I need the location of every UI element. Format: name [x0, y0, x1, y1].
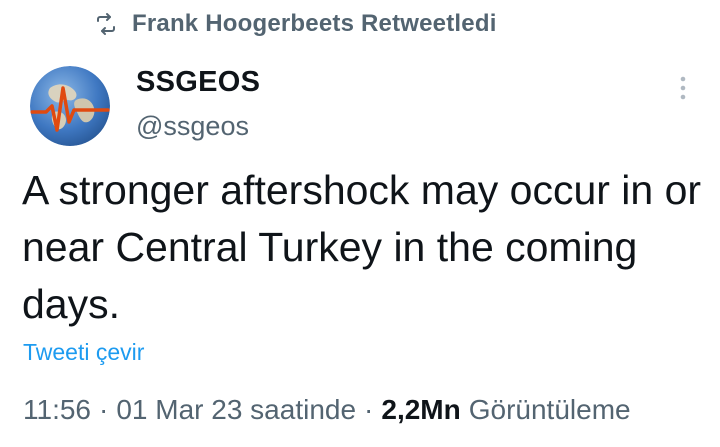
tweet-text: A stronger aftershock may occur in or ne… [22, 167, 702, 327]
tweet-metadata: 11:56 · 01 Mar 23 saatinde · 2,2Mn Görün… [23, 394, 631, 426]
separator-dot: · [99, 394, 109, 425]
retweet-label: Frank Hoogerbeets Retweetledi [132, 10, 497, 37]
more-vertical-icon [680, 76, 686, 100]
more-options-button[interactable] [668, 68, 698, 108]
avatar[interactable] [30, 66, 110, 146]
translate-tweet-link[interactable]: Tweeti çevir [23, 339, 144, 366]
retweet-context[interactable]: Frank Hoogerbeets Retweetledi [94, 8, 497, 40]
retweet-icon [94, 12, 118, 36]
author-display-name[interactable]: SSGEOS [136, 66, 260, 99]
tweet-time[interactable]: 11:56 [23, 394, 91, 426]
tweet-date[interactable]: 01 Mar 23 saatinde [116, 394, 356, 426]
views-label[interactable]: Görüntüleme [469, 394, 631, 426]
author-handle[interactable]: @ssgeos [136, 111, 249, 142]
globe-seismograph-icon [30, 66, 110, 146]
views-count[interactable]: 2,2Mn [381, 394, 460, 426]
separator-dot: · [364, 394, 374, 425]
